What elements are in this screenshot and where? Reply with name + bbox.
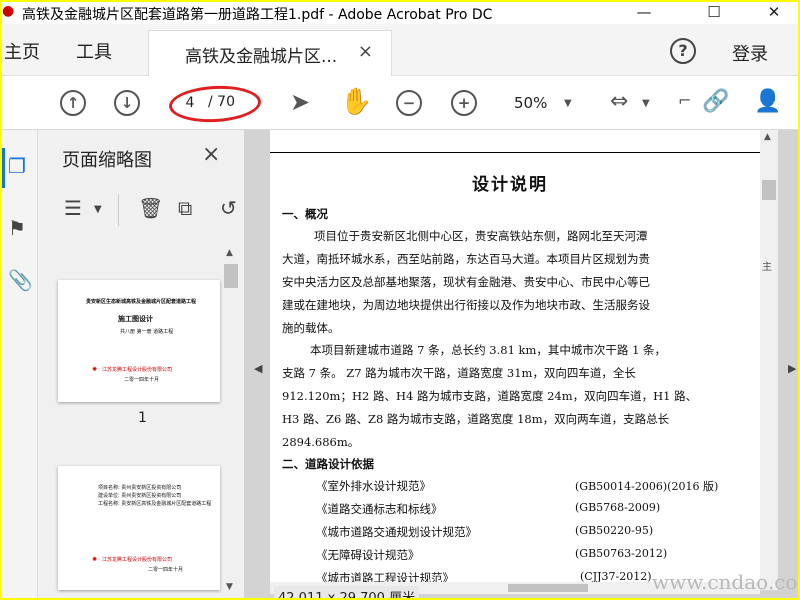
page-thumbnails-icon[interactable]: ❐ [8, 154, 26, 178]
thumbnail-text: 共八册 第一册 道路工程 [120, 329, 174, 335]
red-annotation-oval [168, 83, 262, 125]
close-panel-icon[interactable]: × [202, 142, 220, 167]
paragraph-line: 大道，南抵环城水系，西至站前路，东达百马大道。本项目片区规划为贵 [282, 252, 650, 266]
paragraph-line: 项目位于贵安新区北侧中心区，贵安高铁站东侧，路网北至天河潭 [314, 229, 648, 243]
paragraph-line: H3 路、Z6 路、Z8 路为城市支路，道路宽度 18m，双向两车道，支路总长 [282, 412, 670, 426]
hand-tool-icon[interactable]: ✋ [340, 87, 372, 117]
attachments-icon[interactable]: 📎 [8, 268, 33, 292]
minimize-button[interactable]: — [622, 2, 666, 24]
thumbnail-text: 工程名称: 贵安新区高铁及金融城片区配套道路工程 [98, 501, 212, 507]
page-header-rule [270, 152, 760, 153]
page-thumbnail[interactable]: 贵安新区生态新城高铁及金融城片区配套道路工程 施工图设计 共八册 第一册 道路工… [58, 280, 220, 402]
site-watermark: www.cndao.com [652, 570, 798, 594]
standard-code: (GB50220-95) [575, 524, 654, 537]
previous-page-icon[interactable]: ↑ [60, 90, 86, 116]
page-thumbnail[interactable]: 项目名称: 贵州贵安新区投资有限公司 建设单位: 贵州贵安新区投资有限公司 工程… [58, 466, 220, 590]
next-page-edge: 主 [762, 262, 772, 273]
company-logo-icon: ✺ [92, 556, 98, 563]
paragraph-line: 安中央活力区及总部基地聚落，现状有金融港、贵安中心、市民中心等已 [282, 275, 650, 289]
paragraph-line: 912.120m；H2 路、H4 路为城市支路，道路宽度 24m，双向四车道，H… [282, 389, 698, 403]
thumbnail-page-number: 1 [138, 410, 147, 426]
zoom-level-select[interactable]: 50% [514, 94, 547, 112]
collapse-toolbar-icon[interactable]: ⌐ [678, 86, 691, 116]
title-bar: ● 高铁及金融城片区配套道路第一册道路工程1.pdf - Adobe Acrob… [2, 2, 798, 24]
help-icon[interactable]: ? [670, 38, 696, 64]
toolbar-divider [118, 194, 119, 226]
panel-title: 页面缩略图 [62, 150, 152, 171]
thumbnail-text: 施工图设计 [118, 315, 153, 323]
bookmarks-icon[interactable]: ⚑ [8, 216, 26, 240]
page-size-status: 42.011 x 29.700 厘米 [274, 586, 420, 598]
zoom-in-icon[interactable]: + [451, 90, 477, 116]
thumbnail-toolbar: ☰ ▼ 🗑 ⧉ ↺ [38, 188, 244, 234]
scroll-up-icon[interactable]: ▲ [226, 248, 233, 258]
next-page-icon[interactable]: ↓ [114, 90, 140, 116]
next-page-arrow-icon[interactable]: ▶ [788, 362, 796, 375]
extract-pages-icon[interactable]: ⧉ [178, 196, 192, 220]
thumbnail-text: 建设单位: 贵州贵安新区投资有限公司 [98, 493, 182, 499]
section-heading: 二、道路设计依据 [282, 457, 374, 471]
options-caret-icon[interactable]: ▼ [94, 204, 102, 215]
thumbnail-company: 江苏龙腾工程设计股份有限公司 [102, 367, 173, 373]
window-title: 高铁及金融城片区配套道路第一册道路工程1.pdf - Adobe Acrobat… [22, 7, 493, 23]
login-button[interactable]: 登录 [732, 40, 768, 66]
active-nav-indicator [2, 148, 5, 188]
standard-name: 《室外排水设计规范》 [316, 479, 431, 493]
standard-name: 《无障碍设计规范》 [316, 548, 420, 562]
delete-page-icon[interactable]: 🗑 [138, 196, 163, 220]
select-cursor-icon[interactable]: ➤ [290, 87, 310, 117]
section-heading: 一、概况 [282, 207, 328, 221]
tab-bar: 主页 工具 高铁及金融城片区... × ? 登录 [2, 24, 798, 76]
tab-home[interactable]: 主页 [4, 38, 40, 64]
options-menu-icon[interactable]: ☰ [64, 196, 82, 220]
thumbnails-panel: 页面缩略图 × ☰ ▼ 🗑 ⧉ ↺ ▲ ▼ 贵安新区生态新城高铁及金融城片区配套… [38, 130, 244, 598]
pdf-page: 设计说明 一、概况 项目位于贵安新区北侧中心区，贵安高铁站东侧，路网北至天河潭 … [270, 130, 760, 590]
standard-name: 《城市道路交通规划设计规范》 [316, 525, 477, 539]
left-navigation-pane: ❐ ⚑ 📎 [2, 130, 38, 598]
document-tab-label: 高铁及金融城片区... [185, 47, 338, 67]
paragraph-line: 建或在建地块，为周边地块提供出行衔接以及作为地块市政、生活服务设 [282, 298, 650, 312]
thumbnail-company: 江苏龙腾工程设计股份有限公司 [102, 557, 173, 563]
document-viewer[interactable]: ◀ 设计说明 一、概况 项目位于贵安新区北侧中心区，贵安高铁站东侧，路网北至天河… [244, 130, 798, 598]
company-logo-icon: ✺ [92, 366, 98, 373]
scroll-thumb[interactable] [762, 180, 776, 200]
scroll-thumb[interactable] [224, 264, 238, 288]
zoom-out-icon[interactable]: − [396, 90, 422, 116]
tab-document[interactable]: 高铁及金融城片区... × [148, 30, 392, 76]
fit-dropdown-caret-icon[interactable]: ▼ [642, 98, 650, 109]
rotate-page-icon[interactable]: ↺ [220, 196, 237, 220]
close-tab-icon[interactable]: × [358, 41, 373, 62]
paragraph-line: 施的载体。 [282, 321, 340, 335]
previous-page-arrow-icon[interactable]: ◀ [254, 362, 262, 375]
paragraph-line: 本项目新建城市道路 7 条，总长约 3.81 km，其中城市次干路 1 条， [310, 343, 667, 357]
thumbnail-date: 二零一四年十月 [148, 567, 184, 573]
maximize-button[interactable]: ☐ [692, 2, 736, 24]
scroll-thumb[interactable] [508, 584, 588, 592]
standard-code: (GB50014-2006)(2016 版) [575, 480, 719, 493]
share-link-icon[interactable]: 🔗 [702, 87, 729, 117]
paragraph-line: 2894.686m。 [282, 435, 360, 449]
standard-code: (GB50763-2012) [575, 547, 668, 560]
standard-name: 《道路交通标志和标线》 [316, 502, 443, 516]
thumbnail-date: 二零一四年十月 [124, 377, 160, 383]
acrobat-window: ● 高铁及金融城片区配套道路第一册道路工程1.pdf - Adobe Acrob… [2, 2, 798, 598]
thumbnail-text: 贵安新区生态新城高铁及金融城片区配套道路工程 [86, 299, 197, 305]
page-fit-icon[interactable]: ⇔ [610, 87, 628, 117]
add-user-icon[interactable]: 👤 [754, 87, 781, 117]
document-title: 设计说明 [472, 175, 548, 195]
document-vertical-scrollbar[interactable]: ▲ [760, 130, 778, 590]
thumbnail-text: 项目名称: 贵州贵安新区投资有限公司 [98, 485, 182, 491]
scroll-up-icon[interactable]: ▲ [764, 132, 771, 142]
thumbnails-scrollbar[interactable]: ▲ ▼ [224, 246, 238, 596]
close-window-button[interactable]: ✕ [752, 2, 796, 24]
zoom-dropdown-caret-icon[interactable]: ▼ [564, 98, 572, 109]
scroll-down-icon[interactable]: ▼ [226, 582, 233, 592]
paragraph-line: 支路 7 条。 Z7 路为城市次干路，道路宽度 31m，双向四车道，全长 [282, 366, 636, 380]
tab-tools[interactable]: 工具 [76, 38, 112, 64]
standard-code: (GB5768-2009) [575, 501, 661, 514]
main-toolbar: ↑ ↓ 4 / 70 ➤ ✋ − + 50% ▼ ⇔ ▼ ⌐ 🔗 👤 [2, 76, 798, 130]
app-logo-icon: ● [2, 3, 15, 19]
